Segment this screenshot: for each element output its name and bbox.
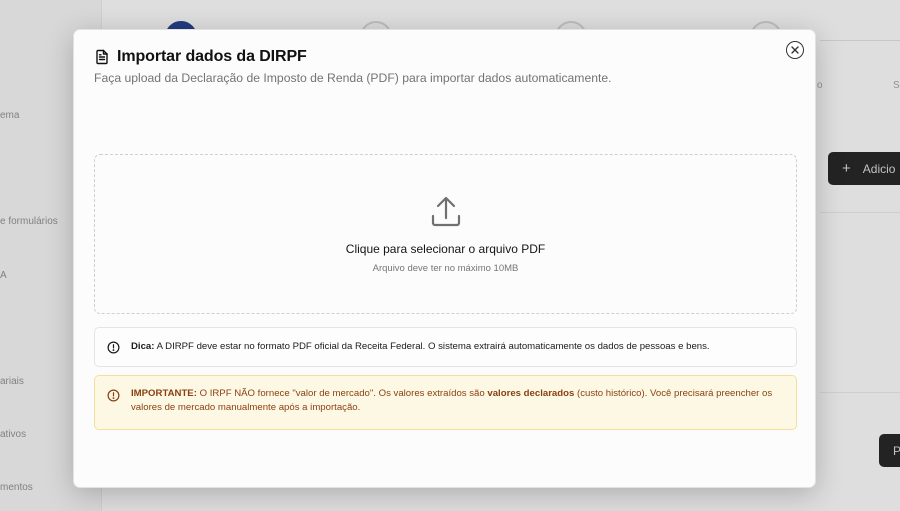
file-text-icon bbox=[96, 49, 108, 65]
tip-label: Dica: bbox=[131, 341, 155, 353]
close-icon bbox=[791, 46, 799, 54]
pdf-dropzone[interactable]: Clique para selecionar o arquivo PDF Arq… bbox=[94, 154, 797, 314]
dialog-title: Importar dados da DIRPF bbox=[117, 48, 307, 65]
tip-text: Dica: A DIRPF deve estar no formato PDF … bbox=[131, 340, 710, 354]
import-dirpf-dialog: Importar dados da DIRPF Faça upload da D… bbox=[73, 29, 816, 488]
tip-body: A DIRPF deve estar no formato PDF oficia… bbox=[154, 341, 710, 353]
important-label: IMPORTANTE: bbox=[131, 388, 197, 399]
important-highlight: valores declarados bbox=[487, 388, 575, 399]
info-icon bbox=[107, 389, 120, 402]
dialog-description: Faça upload da Declaração de Imposto de … bbox=[94, 71, 612, 85]
important-text: IMPORTANTE: O IRPF NÃO fornece "valor de… bbox=[131, 387, 784, 429]
tip-alert: Dica: A DIRPF deve estar no formato PDF … bbox=[94, 327, 797, 367]
dialog-header: Importar dados da DIRPF Faça upload da D… bbox=[94, 48, 775, 85]
dropzone-hint: Arquivo deve ter no máximo 10MB bbox=[372, 263, 519, 274]
important-body-start: O IRPF NÃO fornece "valor de mercado". O… bbox=[196, 388, 488, 399]
upload-icon bbox=[431, 196, 460, 227]
important-alert: IMPORTANTE: O IRPF NÃO fornece "valor de… bbox=[94, 375, 797, 430]
info-icon bbox=[107, 341, 120, 353]
dropzone-title: Clique para selecionar o arquivo PDF bbox=[345, 242, 546, 256]
close-button[interactable] bbox=[786, 41, 804, 59]
